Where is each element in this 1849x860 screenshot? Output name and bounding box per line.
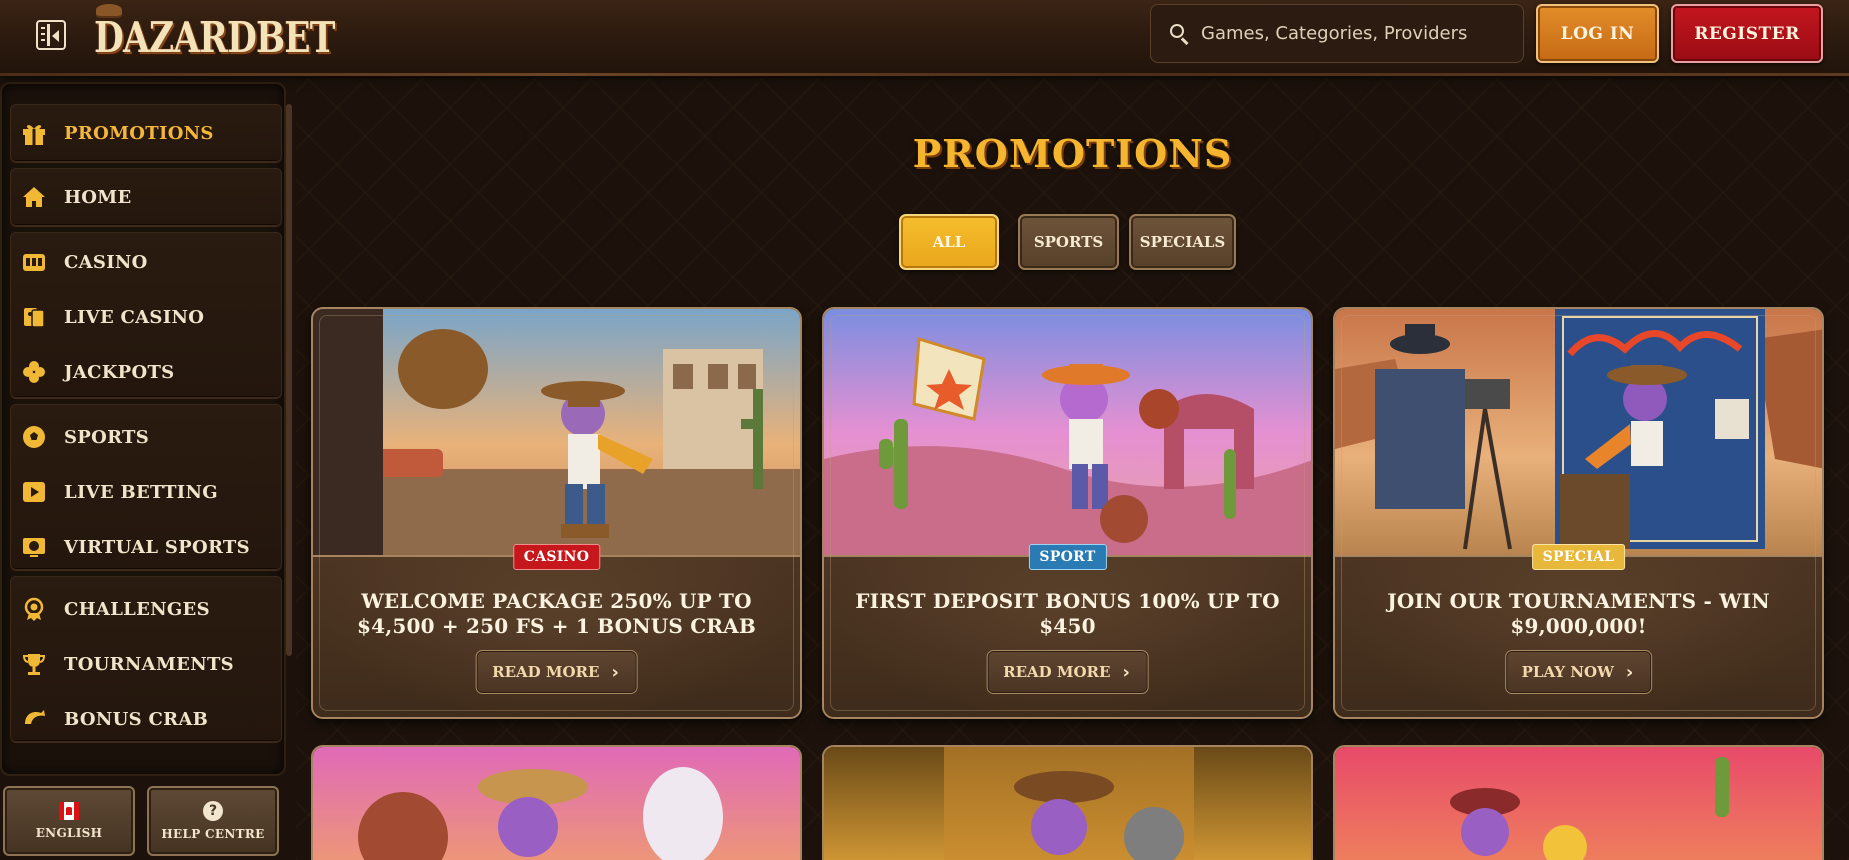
- sidebar-item-tournaments[interactable]: TOURNAMENTS: [20, 644, 270, 684]
- sidebar-item-live-betting[interactable]: LIVE BETTING: [20, 472, 270, 512]
- slot-machine-icon: [20, 248, 48, 276]
- sidebar-item-label: HOME: [64, 186, 132, 208]
- sidebar-item-bonus-crab[interactable]: BONUS CRAB: [20, 699, 270, 739]
- help-icon: ?: [203, 801, 223, 821]
- play-now-button[interactable]: PLAY NOW ›: [1504, 650, 1653, 694]
- sidebar-scrollbar[interactable]: [286, 104, 292, 656]
- sidebar-item-label: CHALLENGES: [64, 598, 210, 620]
- play-icon: [20, 478, 48, 506]
- promo-image-special: [1335, 309, 1822, 555]
- search-icon: [1169, 23, 1191, 45]
- brand-logo[interactable]: DAZARDBET: [94, 12, 335, 64]
- chevron-right-icon: ›: [1625, 661, 1634, 683]
- sidebar-item-promotions[interactable]: PROMOTIONS: [20, 113, 270, 153]
- language-button[interactable]: ENGLISH: [3, 786, 135, 856]
- help-centre-button[interactable]: ? HELP CENTRE: [147, 786, 279, 856]
- promo-card-welcome[interactable]: CASINO WELCOME PACKAGE 250% UP TO $4,500…: [311, 307, 802, 719]
- live-cards-icon: [20, 303, 48, 331]
- sidebar-item-jackpots[interactable]: JACKPOTS: [20, 352, 270, 392]
- gift-icon: [20, 119, 48, 147]
- crab-icon: [20, 705, 48, 733]
- sidebar-item-label: SPORTS: [64, 426, 150, 448]
- page-title: PROMOTIONS: [912, 131, 1233, 176]
- category-badge: SPECIAL: [1531, 544, 1626, 570]
- promo-image-casino: [313, 309, 800, 555]
- cta-label: READ MORE: [1003, 663, 1111, 681]
- sidebar-item-challenges[interactable]: CHALLENGES: [20, 589, 270, 629]
- register-button[interactable]: REGISTER: [1671, 4, 1823, 63]
- sidebar-item-label: CASINO: [64, 251, 148, 273]
- read-more-button[interactable]: READ MORE ›: [475, 650, 638, 694]
- sidebar-item-label: BONUS CRAB: [64, 708, 209, 730]
- promo-image-sport: [824, 309, 1311, 555]
- search-input[interactable]: [1201, 23, 1501, 44]
- virtual-ball-icon: [20, 533, 48, 561]
- category-badge: CASINO: [512, 544, 601, 570]
- language-label: ENGLISH: [35, 826, 103, 840]
- cta-label: READ MORE: [492, 663, 600, 681]
- promo-title: JOIN OUR TOURNAMENTS - WIN $9,000,000!: [1387, 589, 1770, 638]
- sidebar-item-label: PROMOTIONS: [64, 122, 214, 144]
- sidebar-item-label: TOURNAMENTS: [64, 653, 234, 675]
- read-more-button[interactable]: READ MORE ›: [986, 650, 1149, 694]
- sidebar-item-virtual-sports[interactable]: VIRTUAL SPORTS: [20, 527, 270, 567]
- category-badge: SPORT: [1028, 544, 1107, 570]
- sidebar-item-sports[interactable]: SPORTS: [20, 417, 270, 457]
- clover-icon: [20, 358, 48, 386]
- cta-label: PLAY NOW: [1521, 663, 1614, 681]
- promo-card-partial[interactable]: [822, 745, 1313, 860]
- sidebar-toggle-icon[interactable]: [36, 20, 66, 50]
- sidebar-item-live-casino[interactable]: LIVE CASINO: [20, 297, 270, 337]
- filter-specials[interactable]: SPECIALS: [1129, 214, 1236, 270]
- canada-flag-icon: [59, 802, 79, 820]
- sidebar-item-label: JACKPOTS: [64, 361, 175, 383]
- sidebar-item-label: VIRTUAL SPORTS: [64, 536, 250, 558]
- sidebar-item-label: LIVE CASINO: [64, 306, 205, 328]
- main-content: PROMOTIONS ALL SPORTS SPECIALS CASINO WE…: [296, 79, 1849, 860]
- soccer-ball-icon: [20, 423, 48, 451]
- promo-title: FIRST DEPOSIT BONUS 100% UP TO $450: [855, 589, 1280, 638]
- chevron-right-icon: ›: [1122, 661, 1130, 683]
- promo-card-partial[interactable]: [1333, 745, 1824, 860]
- sidebar: PROMOTIONS HOME CASINO LIVE CASINO JACKP…: [0, 82, 286, 776]
- promo-card-partial[interactable]: [311, 745, 802, 860]
- help-label: HELP CENTRE: [161, 827, 265, 841]
- search-box[interactable]: [1150, 4, 1524, 63]
- top-bar: DAZARDBET LOG IN REGISTER: [0, 0, 1849, 76]
- sidebar-item-casino[interactable]: CASINO: [20, 242, 270, 282]
- promo-title: WELCOME PACKAGE 250% UP TO $4,500 + 250 …: [357, 589, 756, 638]
- promo-card-tournaments[interactable]: SPECIAL JOIN OUR TOURNAMENTS - WIN $9,00…: [1333, 307, 1824, 719]
- promo-card-first-deposit[interactable]: SPORT FIRST DEPOSIT BONUS 100% UP TO $45…: [822, 307, 1313, 719]
- badge-icon: [20, 595, 48, 623]
- home-icon: [20, 183, 48, 211]
- trophy-icon: [20, 650, 48, 678]
- filter-all[interactable]: ALL: [899, 214, 999, 270]
- sidebar-item-label: LIVE BETTING: [64, 481, 218, 503]
- sidebar-item-home[interactable]: HOME: [20, 177, 270, 217]
- filter-sports[interactable]: SPORTS: [1018, 214, 1119, 270]
- login-button[interactable]: LOG IN: [1536, 4, 1659, 63]
- chevron-right-icon: ›: [611, 661, 619, 683]
